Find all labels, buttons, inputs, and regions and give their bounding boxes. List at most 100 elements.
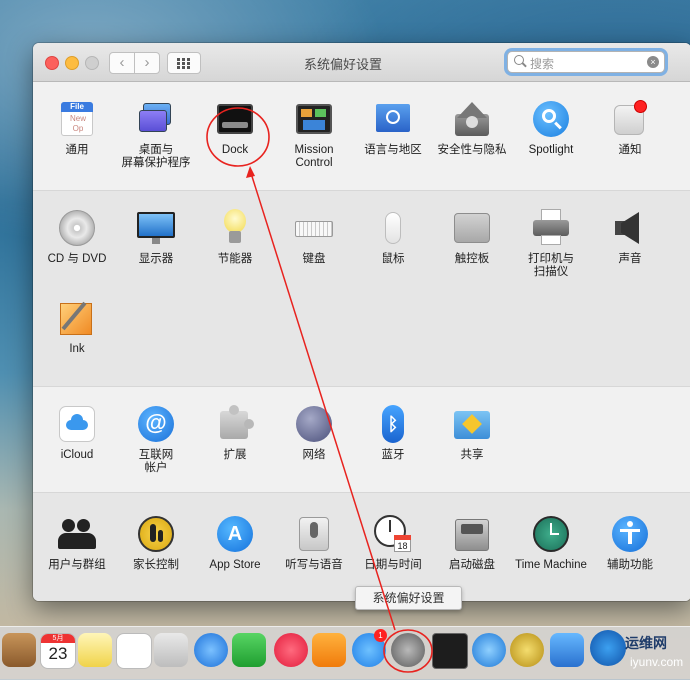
pref-label: 共享: [460, 449, 484, 461]
keyboard-icon: [295, 209, 333, 247]
pref-mouse[interactable]: 鼠标: [354, 209, 432, 266]
parental-controls-icon: [137, 515, 175, 553]
pref-label: App Store: [209, 559, 261, 571]
pref-extensions[interactable]: 扩展: [196, 405, 274, 462]
date-time-icon: 18: [374, 515, 412, 553]
security-privacy-icon: [453, 100, 491, 138]
hardware-section: CD 与 DVD 显示器 节能器 键盘 鼠标 触控板 打印机与 扫描仪 声音 I…: [33, 190, 690, 387]
printers-scanners-icon: [532, 209, 570, 247]
users-groups-icon: [58, 515, 96, 553]
pref-label: 家长控制: [133, 559, 179, 571]
watermark-title: 运维网: [625, 635, 667, 651]
trackpad-icon: [453, 209, 491, 247]
system-preferences-dock-icon[interactable]: [391, 633, 425, 667]
pref-label: 显示器: [138, 253, 174, 265]
pref-security-privacy[interactable]: 安全性与隐私: [433, 100, 511, 157]
pref-network[interactable]: 网络: [275, 405, 353, 462]
pref-dock[interactable]: Dock: [196, 100, 274, 157]
pref-internet-accounts[interactable]: @ 互联网 帐户: [117, 405, 195, 475]
pref-sound[interactable]: 声音: [591, 209, 669, 266]
title-bar: ‹ › 系统偏好设置 搜索 ×: [33, 43, 690, 82]
system-preferences-window: ‹ › 系统偏好设置 搜索 × File New Op 通用 桌面与 屏幕保护程…: [33, 43, 690, 601]
pref-desktop-screensaver[interactable]: 桌面与 屏幕保护程序: [117, 100, 195, 170]
pref-label: 鼠标: [381, 253, 405, 265]
facetime-dock-icon[interactable]: [232, 633, 266, 667]
spotlight-icon: [532, 100, 570, 138]
xcode-dock-icon[interactable]: [550, 633, 584, 667]
pref-label: 触控板: [454, 253, 490, 265]
sharing-icon: [453, 405, 491, 443]
editor-dock-icon[interactable]: [510, 633, 544, 667]
pref-date-time[interactable]: 18 日期与时间: [354, 515, 432, 572]
pref-startup-disk[interactable]: 启动磁盘: [433, 515, 511, 572]
contacts-dock-icon[interactable]: [2, 633, 36, 667]
minimize-button[interactable]: [65, 56, 79, 70]
itunes-dock-icon[interactable]: [274, 633, 308, 667]
app-store-icon: A: [216, 515, 254, 553]
pref-label: 声音: [618, 253, 642, 265]
app-store-dock-icon[interactable]: 1: [352, 629, 387, 667]
clear-search-icon[interactable]: ×: [647, 56, 659, 68]
pref-mission-control[interactable]: Mission Control: [275, 100, 353, 170]
photo-booth-dock-icon[interactable]: [154, 633, 188, 667]
pref-energy-saver[interactable]: 节能器: [196, 209, 274, 266]
pref-label: 通知: [618, 144, 642, 156]
pref-parental-controls[interactable]: 家长控制: [117, 515, 195, 572]
pref-icloud[interactable]: iCloud: [38, 405, 116, 462]
dictation-speech-icon: [295, 515, 333, 553]
pref-label: Time Machine: [515, 559, 587, 571]
terminal-dock-icon[interactable]: [432, 633, 468, 669]
pref-bluetooth[interactable]: ᛒ 蓝牙: [354, 405, 432, 462]
zoom-button[interactable]: [85, 56, 99, 70]
pref-spotlight[interactable]: Spotlight: [512, 100, 590, 157]
pref-displays[interactable]: 显示器: [117, 209, 195, 266]
reminders-dock-icon[interactable]: [116, 633, 152, 669]
icloud-icon: [58, 405, 96, 443]
pref-label: 辅助功能: [607, 559, 653, 571]
pref-label: 桌面与 屏幕保护程序: [121, 144, 191, 169]
pref-label: 启动磁盘: [449, 559, 495, 571]
pref-time-machine[interactable]: Time Machine: [512, 515, 590, 572]
dock-tooltip: 系统偏好设置: [355, 586, 462, 610]
displays-icon: [137, 209, 175, 247]
search-icon: [514, 55, 524, 65]
calendar-dock-icon[interactable]: 5月 23: [40, 633, 76, 669]
notes-dock-icon[interactable]: [78, 633, 112, 667]
pref-label: 日期与时间: [364, 559, 422, 571]
pref-label: 蓝牙: [381, 449, 405, 461]
watermark-logo: [590, 630, 626, 666]
sound-icon: [611, 209, 649, 247]
pref-ink[interactable]: Ink: [38, 299, 116, 356]
pref-label: 互联网 帐户: [138, 449, 174, 474]
cd-dvd-icon: [58, 209, 96, 247]
extensions-icon: [216, 405, 254, 443]
pref-label: 语言与地区: [364, 144, 422, 156]
pref-dictation-speech[interactable]: 听写与语音: [275, 515, 353, 572]
forward-button[interactable]: ›: [134, 52, 160, 74]
messages-dock-icon[interactable]: [194, 633, 228, 667]
ibooks-dock-icon[interactable]: [312, 633, 346, 667]
search-placeholder: 搜索: [530, 57, 555, 71]
search-field[interactable]: 搜索 ×: [507, 51, 665, 73]
pref-sharing[interactable]: 共享: [433, 405, 511, 462]
show-all-button[interactable]: [167, 52, 201, 74]
pref-keyboard[interactable]: 键盘: [275, 209, 353, 266]
pref-trackpad[interactable]: 触控板: [433, 209, 511, 266]
pref-printers-scanners[interactable]: 打印机与 扫描仪: [512, 209, 590, 279]
dock-icon: [216, 100, 254, 138]
back-button[interactable]: ‹: [109, 52, 135, 74]
pref-label: Dock: [221, 144, 249, 156]
notifications-icon: [611, 100, 649, 138]
close-button[interactable]: [45, 56, 59, 70]
accessibility-icon: [611, 515, 649, 553]
safari-dock-icon[interactable]: [472, 633, 506, 667]
pref-cd-dvd[interactable]: CD 与 DVD: [38, 209, 116, 266]
pref-users-groups[interactable]: 用户与群组: [38, 515, 116, 572]
pref-general[interactable]: File New Op 通用: [38, 100, 116, 157]
pref-label: 用户与群组: [48, 559, 106, 571]
pref-accessibility[interactable]: 辅助功能: [591, 515, 669, 572]
pref-label: Mission Control: [294, 144, 334, 169]
pref-notifications[interactable]: 通知: [591, 100, 669, 157]
pref-app-store[interactable]: A App Store: [196, 515, 274, 572]
pref-language-region[interactable]: 语言与地区: [354, 100, 432, 157]
